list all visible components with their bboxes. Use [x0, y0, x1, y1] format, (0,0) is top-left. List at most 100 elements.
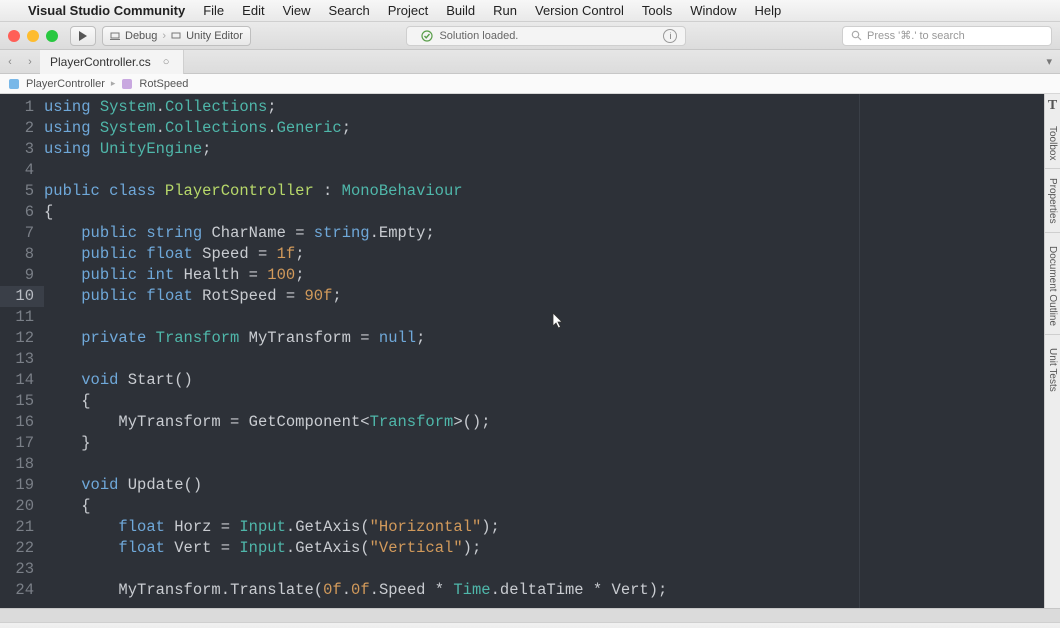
- code-line[interactable]: 22 float Vert = Input.GetAxis("Vertical"…: [0, 538, 1044, 559]
- line-number: 22: [0, 538, 44, 559]
- code-line[interactable]: 14 void Start(): [0, 370, 1044, 391]
- code-line[interactable]: 13: [0, 349, 1044, 370]
- code-line[interactable]: 20 {: [0, 496, 1044, 517]
- code-line[interactable]: 7 public string CharName = string.Empty;: [0, 223, 1044, 244]
- menu-help[interactable]: Help: [754, 3, 781, 18]
- code-line[interactable]: 10 public float RotSpeed = 90f;: [0, 286, 1044, 307]
- line-number: 15: [0, 391, 44, 412]
- sidetab-properties[interactable]: Properties: [1047, 174, 1058, 232]
- nav-back-button[interactable]: ‹: [0, 56, 20, 68]
- code-text[interactable]: float Vert = Input.GetAxis("Vertical");: [44, 538, 481, 559]
- tab-active[interactable]: PlayerController.cs ○: [40, 50, 184, 74]
- breadcrumb-class[interactable]: PlayerController: [26, 78, 105, 90]
- code-text[interactable]: public float RotSpeed = 90f;: [44, 286, 342, 307]
- menu-run[interactable]: Run: [493, 3, 517, 18]
- code-line[interactable]: 19 void Update(): [0, 475, 1044, 496]
- code-text[interactable]: MyTransform.Translate(0f.0f.Speed * Time…: [44, 580, 667, 601]
- line-number: 19: [0, 475, 44, 496]
- code-line[interactable]: 12 private Transform MyTransform = null;: [0, 328, 1044, 349]
- close-window-icon[interactable]: [8, 30, 20, 42]
- code-text[interactable]: private Transform MyTransform = null;: [44, 328, 425, 349]
- code-text[interactable]: using UnityEngine;: [44, 139, 211, 160]
- code-line[interactable]: 17 }: [0, 433, 1044, 454]
- breadcrumb: PlayerController ▸ RotSpeed: [0, 74, 1060, 94]
- code-text[interactable]: public string CharName = string.Empty;: [44, 223, 435, 244]
- line-number: 14: [0, 370, 44, 391]
- code-text[interactable]: using System.Collections;: [44, 97, 277, 118]
- minimize-window-icon[interactable]: [27, 30, 39, 42]
- horizontal-scrollbar[interactable]: [0, 608, 1060, 622]
- code-line[interactable]: 9 public int Health = 100;: [0, 265, 1044, 286]
- mac-menubar: Visual Studio Community File Edit View S…: [0, 0, 1060, 22]
- code-line[interactable]: 21 float Horz = Input.GetAxis("Horizonta…: [0, 517, 1044, 538]
- class-icon: [8, 78, 20, 90]
- code-line[interactable]: 5public class PlayerController : MonoBeh…: [0, 181, 1044, 202]
- code-text[interactable]: MyTransform = GetComponent<Transform>();: [44, 412, 491, 433]
- line-number: 16: [0, 412, 44, 433]
- code-line[interactable]: 15 {: [0, 391, 1044, 412]
- chevron-right-icon: ›: [162, 30, 166, 42]
- code-text[interactable]: using System.Collections.Generic;: [44, 118, 351, 139]
- tab-overflow-icon[interactable]: ▾: [1038, 55, 1060, 68]
- line-number: 8: [0, 244, 44, 265]
- config-selector[interactable]: Debug › Unity Editor: [102, 26, 251, 46]
- status-pill: Solution loaded. i: [406, 26, 686, 46]
- sidetab-unit-tests[interactable]: Unit Tests: [1047, 340, 1058, 400]
- code-line[interactable]: 24 MyTransform.Translate(0f.0f.Speed * T…: [0, 580, 1044, 601]
- code-line[interactable]: 6{: [0, 202, 1044, 223]
- info-icon[interactable]: i: [663, 29, 677, 43]
- search-placeholder: Press '⌘.' to search: [867, 29, 965, 42]
- sidetab-document-outline[interactable]: Document Outline: [1047, 238, 1058, 334]
- code-line[interactable]: 11: [0, 307, 1044, 328]
- line-number: 18: [0, 454, 44, 475]
- code-text[interactable]: }: [44, 433, 91, 454]
- side-tool-tabs: T Toolbox Properties Document Outline Un…: [1044, 94, 1060, 608]
- check-circle-icon: [421, 30, 433, 42]
- statusbar: ⊘ Errors ✓ Tasks: [0, 622, 1060, 628]
- code-text[interactable]: public int Health = 100;: [44, 265, 305, 286]
- menu-view[interactable]: View: [283, 3, 311, 18]
- code-text[interactable]: void Start(): [44, 370, 193, 391]
- menu-project[interactable]: Project: [388, 3, 428, 18]
- line-number: 10: [0, 286, 44, 307]
- search-input[interactable]: Press '⌘.' to search: [842, 26, 1052, 46]
- zoom-window-icon[interactable]: [46, 30, 58, 42]
- nav-forward-button[interactable]: ›: [20, 56, 40, 68]
- code-line[interactable]: 16 MyTransform = GetComponent<Transform>…: [0, 412, 1044, 433]
- sidetab-toolbox[interactable]: Toolbox: [1047, 118, 1058, 168]
- code-editor[interactable]: 1using System.Collections;2using System.…: [0, 94, 1060, 608]
- code-text[interactable]: public float Speed = 1f;: [44, 244, 305, 265]
- code-text[interactable]: public class PlayerController : MonoBeha…: [44, 181, 463, 202]
- code-text[interactable]: {: [44, 496, 91, 517]
- line-number: 21: [0, 517, 44, 538]
- chevron-right-icon: ▸: [111, 78, 116, 89]
- code-text[interactable]: {: [44, 202, 53, 223]
- code-text[interactable]: {: [44, 391, 91, 412]
- code-line[interactable]: 2using System.Collections.Generic;: [0, 118, 1044, 139]
- line-number: 12: [0, 328, 44, 349]
- close-tab-icon[interactable]: ○: [163, 56, 170, 68]
- code-line[interactable]: 4: [0, 160, 1044, 181]
- line-number: 17: [0, 433, 44, 454]
- code-line[interactable]: 23: [0, 559, 1044, 580]
- line-number: 5: [0, 181, 44, 202]
- run-button[interactable]: [70, 26, 96, 46]
- menu-build[interactable]: Build: [446, 3, 475, 18]
- code-line[interactable]: 8 public float Speed = 1f;: [0, 244, 1044, 265]
- menu-version-control[interactable]: Version Control: [535, 3, 624, 18]
- menu-window[interactable]: Window: [690, 3, 736, 18]
- menu-file[interactable]: File: [203, 3, 224, 18]
- line-number: 24: [0, 580, 44, 601]
- code-line[interactable]: 3using UnityEngine;: [0, 139, 1044, 160]
- line-number: 9: [0, 265, 44, 286]
- breadcrumb-member[interactable]: RotSpeed: [139, 78, 188, 90]
- code-text[interactable]: float Horz = Input.GetAxis("Horizontal")…: [44, 517, 500, 538]
- app-name[interactable]: Visual Studio Community: [28, 3, 185, 18]
- code-line[interactable]: 1using System.Collections;: [0, 97, 1044, 118]
- toolbox-glyph-icon: T: [1048, 94, 1057, 118]
- code-line[interactable]: 18: [0, 454, 1044, 475]
- menu-edit[interactable]: Edit: [242, 3, 264, 18]
- code-text[interactable]: void Update(): [44, 475, 202, 496]
- menu-search[interactable]: Search: [329, 3, 370, 18]
- menu-tools[interactable]: Tools: [642, 3, 672, 18]
